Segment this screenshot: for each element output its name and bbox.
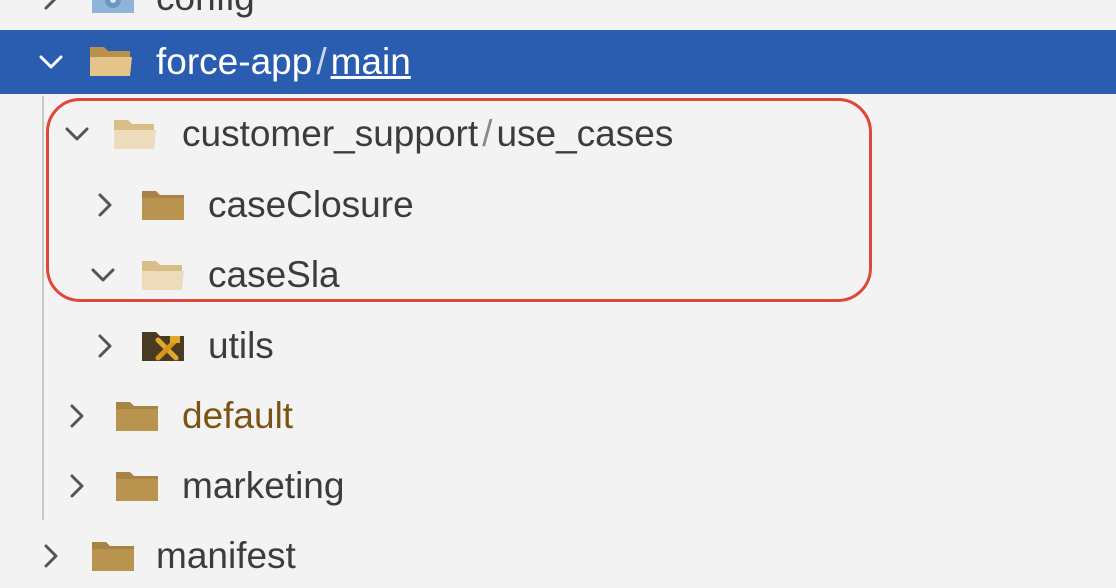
gear-folder-icon — [90, 0, 136, 16]
file-explorer-tree: config force-app/main customer_support/u… — [0, 0, 1116, 588]
tree-item-casesla[interactable]: caseSla — [0, 243, 1116, 307]
tree-item-label: caseClosure — [208, 184, 414, 225]
tree-item-label: marketing — [182, 465, 345, 506]
folder-icon — [140, 187, 186, 223]
tree-item-label: customer_support / use_cases — [182, 113, 674, 154]
tree-item-utils[interactable]: utils — [0, 314, 1116, 378]
chevron-right-icon[interactable] — [36, 541, 66, 571]
tree-item-marketing[interactable]: marketing — [0, 454, 1116, 518]
folder-open-icon — [88, 43, 134, 79]
tree-item-caseclosure[interactable]: caseClosure — [0, 173, 1116, 237]
tree-item-manifest[interactable]: manifest — [0, 524, 1116, 588]
folder-icon — [90, 538, 136, 574]
folder-open-icon — [112, 116, 158, 152]
chevron-down-icon[interactable] — [36, 47, 66, 77]
tree-item-label: caseSla — [208, 254, 340, 295]
folder-open-icon — [140, 257, 186, 293]
tree-item-default[interactable]: default — [0, 384, 1116, 448]
tree-item-label: utils — [208, 325, 274, 366]
chevron-down-icon[interactable] — [62, 119, 92, 149]
folder-icon — [114, 468, 160, 504]
chevron-right-icon[interactable] — [90, 190, 120, 220]
chevron-down-icon[interactable] — [88, 260, 118, 290]
chevron-right-icon[interactable] — [62, 471, 92, 501]
tree-item-label: force-app / main — [156, 41, 411, 82]
tree-item-force-app-main[interactable]: force-app / main — [0, 30, 1116, 94]
tree-item-customer-support-use-cases[interactable]: customer_support / use_cases — [0, 102, 1116, 166]
chevron-right-icon[interactable] — [62, 401, 92, 431]
tree-item-config[interactable]: config — [0, 0, 1116, 30]
tree-item-label: config — [156, 0, 255, 30]
folder-icon — [114, 398, 160, 434]
tools-folder-icon — [140, 328, 186, 364]
tree-item-label: default — [182, 395, 294, 436]
tree-item-label: manifest — [156, 535, 296, 576]
chevron-right-icon[interactable] — [36, 0, 66, 13]
chevron-right-icon[interactable] — [90, 331, 120, 361]
